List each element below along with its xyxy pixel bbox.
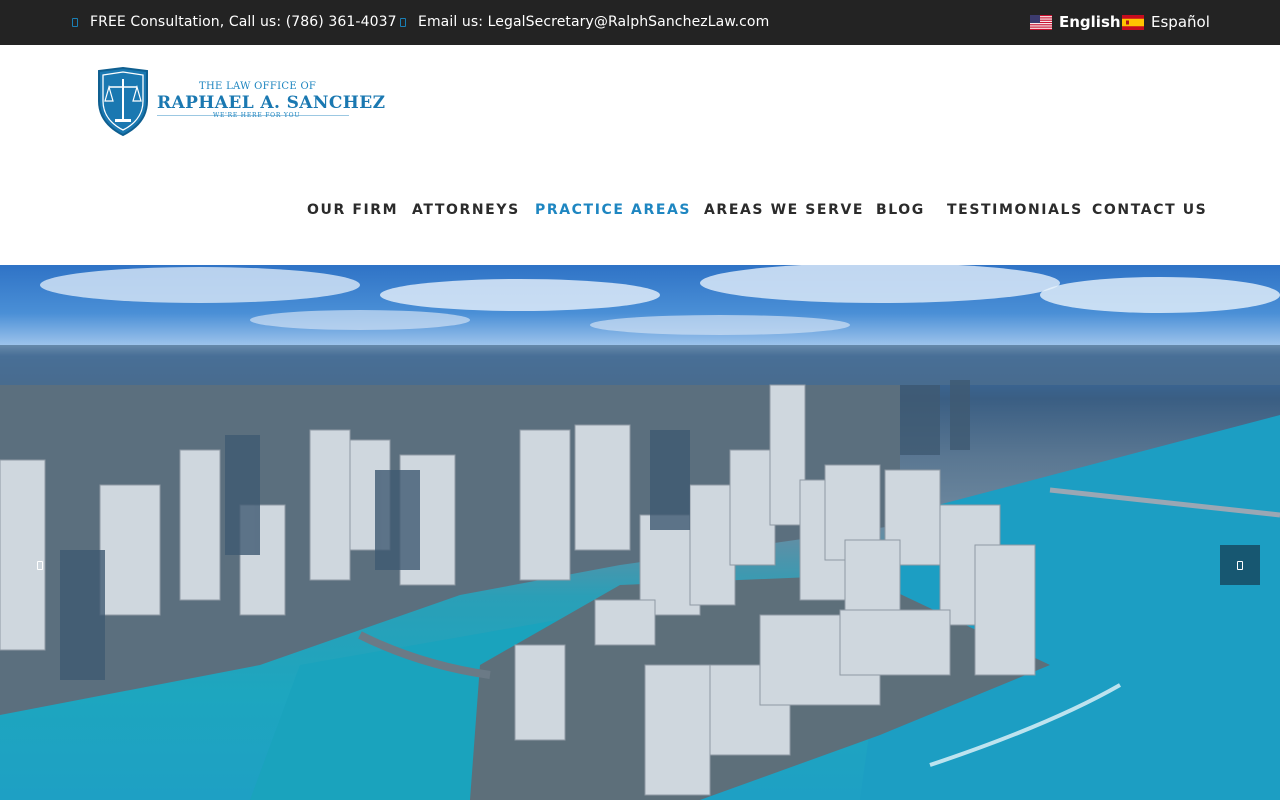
- nav-item-practice-areas[interactable]: PRACTICE AREAS: [535, 202, 691, 218]
- hero-slider: [0, 265, 1280, 800]
- aerial-city-skyline-image: [0, 265, 1280, 800]
- logo-tagline: WE'RE HERE FOR YOU: [213, 112, 301, 119]
- nav-item-attorneys[interactable]: ATTORNEYS: [412, 202, 520, 218]
- site-header: THE LAW OFFICE OF RAPHAEL A. SANCHEZ WE'…: [0, 45, 1280, 265]
- language-spanish-label: Español: [1151, 13, 1210, 31]
- nav-item-areas-we-serve[interactable]: AREAS WE SERVE: [704, 202, 864, 218]
- nav-item-contact-us[interactable]: CONTACT US: [1092, 202, 1207, 218]
- main-navigation: OUR FIRM ATTORNEYS PRACTICE AREAS AREAS …: [0, 202, 1280, 222]
- phone-contact[interactable]: FREE Consultation, Call us: (786) 361-40…: [72, 14, 397, 30]
- nav-item-our-firm[interactable]: OUR FIRM: [307, 202, 398, 218]
- nav-item-blog[interactable]: BLOG: [876, 202, 925, 218]
- slider-next-button[interactable]: [1220, 545, 1260, 585]
- email-contact[interactable]: Email us: LegalSecretary@RalphSanchezLaw…: [400, 14, 769, 30]
- spain-flag-icon: [1122, 14, 1144, 30]
- slider-prev-button[interactable]: [20, 545, 60, 585]
- site-logo[interactable]: THE LAW OFFICE OF RAPHAEL A. SANCHEZ WE'…: [95, 67, 385, 137]
- email-text: Email us: LegalSecretary@RalphSanchezLaw…: [418, 14, 770, 30]
- language-spanish[interactable]: Español: [1122, 13, 1210, 31]
- us-flag-icon: [1030, 14, 1052, 30]
- logo-pretitle: THE LAW OFFICE OF: [199, 81, 317, 92]
- chevron-right-icon: [1237, 560, 1243, 570]
- language-english[interactable]: English: [1030, 13, 1121, 31]
- email-icon: [400, 17, 406, 27]
- language-english-label: English: [1059, 13, 1121, 31]
- scales-of-justice-shield-icon: [98, 67, 148, 137]
- nav-item-testimonials[interactable]: TESTIMONIALS: [947, 202, 1083, 218]
- phone-icon: [72, 17, 78, 27]
- logo-name: RAPHAEL A. SANCHEZ: [157, 93, 386, 113]
- top-bar: FREE Consultation, Call us: (786) 361-40…: [0, 0, 1280, 45]
- chevron-left-icon: [37, 560, 43, 570]
- phone-text: FREE Consultation, Call us: (786) 361-40…: [90, 14, 397, 30]
